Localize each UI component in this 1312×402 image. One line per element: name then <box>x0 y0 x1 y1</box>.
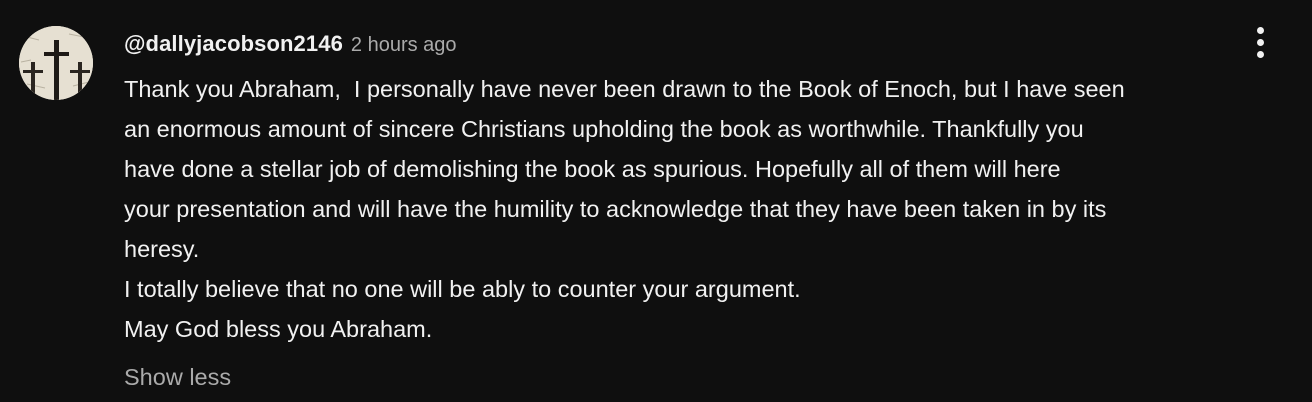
comment-line: your presentation and will have the humi… <box>124 196 1107 222</box>
comment-line: I totally believe that no one will be ab… <box>124 276 801 302</box>
show-less-button[interactable]: Show less <box>124 359 231 395</box>
author-name[interactable]: @dallyjacobson2146 <box>124 31 343 57</box>
comment-line: heresy. <box>124 236 200 262</box>
avatar[interactable] <box>19 26 93 100</box>
crosses-avatar-icon <box>19 26 93 100</box>
comment-line: Thank you Abraham, I personally have nev… <box>124 76 1125 102</box>
comment-line: have done a stellar job of demolishing t… <box>124 156 1061 182</box>
comment-line: May God bless you Abraham. <box>124 316 433 342</box>
more-vertical-icon <box>1256 50 1264 58</box>
comment-thread: @dallyjacobson2146 2 hours ago Thank you… <box>0 0 1312 402</box>
comment-text: Thank you Abraham, I personally have nev… <box>124 69 1296 349</box>
comment-timestamp[interactable]: 2 hours ago <box>351 34 457 57</box>
more-options-button[interactable] <box>1240 22 1280 62</box>
more-vertical-icon <box>1256 38 1264 46</box>
comment-header: @dallyjacobson2146 2 hours ago <box>124 31 457 61</box>
more-vertical-icon <box>1256 26 1264 34</box>
comment-line: an enormous amount of sincere Christians… <box>124 116 1084 142</box>
